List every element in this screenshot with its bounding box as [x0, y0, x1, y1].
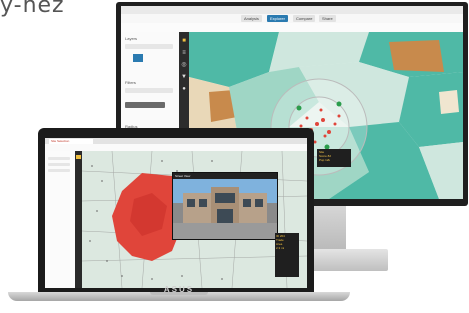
laptop-screen: Site Selection Street View ID 204 Trade … — [45, 138, 307, 288]
side-row[interactable] — [125, 88, 173, 93]
zoom-icon[interactable]: ◎ — [181, 62, 187, 68]
side-row[interactable] — [125, 44, 173, 49]
building-photo — [173, 179, 277, 239]
layers-icon[interactable]: ■ — [181, 38, 187, 44]
side-toggle-button[interactable] — [133, 54, 143, 62]
side-row[interactable] — [48, 163, 70, 166]
side-row[interactable] — [48, 169, 70, 172]
side-label-filters: Filters — [125, 80, 136, 85]
tab-compare[interactable]: Compare — [293, 15, 316, 22]
laptop-map-toolstrip — [75, 151, 82, 288]
pin-icon[interactable]: ● — [181, 86, 187, 92]
side-row[interactable] — [48, 157, 70, 160]
info-line: 2.3 mi — [276, 246, 285, 250]
tab-analysis[interactable]: Analysis — [241, 15, 262, 22]
filter-icon[interactable]: ▼ — [181, 74, 187, 80]
laptop-side-panel — [45, 151, 76, 288]
callout-line: Pop 12k — [319, 158, 331, 162]
side-select[interactable] — [125, 102, 165, 108]
site-info-box: ID 204 Trade Area 2.3 mi — [275, 233, 299, 277]
laptop-brand-logo: ASUS — [163, 285, 195, 294]
tab-share[interactable]: Share — [319, 15, 336, 22]
photo-title: Street View — [175, 174, 191, 178]
header-text: y-nez — [0, 0, 65, 18]
layers-icon[interactable] — [76, 155, 81, 159]
search-icon[interactable]: ≡ — [181, 50, 187, 56]
side-label-layers: Layers — [125, 36, 138, 41]
map-callout: Site Score 82 Pop 12k — [317, 149, 351, 167]
tab-explorer[interactable]: Explorer — [267, 15, 288, 22]
street-view-panel[interactable]: Street View — [172, 172, 278, 240]
